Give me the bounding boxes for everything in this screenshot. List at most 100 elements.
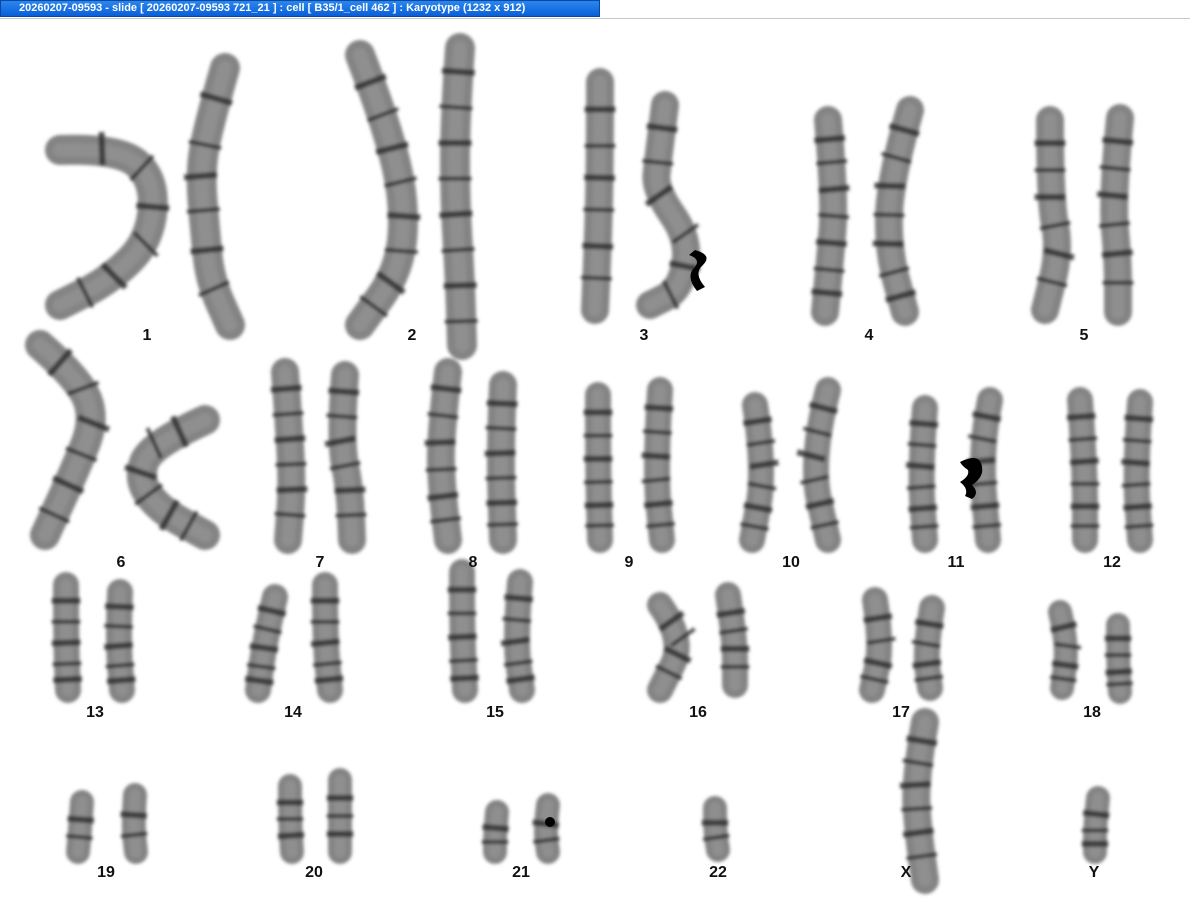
chrom-7a-band — [270, 384, 302, 393]
chromosome-label-15: 15 — [486, 704, 504, 721]
chrom-5a[interactable] — [1031, 106, 1075, 324]
chrom-18a-band — [1051, 660, 1079, 670]
chrom-12a[interactable] — [1066, 387, 1100, 553]
chrom-7b-band — [326, 413, 358, 420]
chrom-9a-core — [592, 389, 606, 546]
chrom-8b-band — [485, 425, 517, 432]
chrom-12a-band — [1066, 412, 1096, 421]
chrom-15b[interactable] — [500, 569, 536, 703]
chrom-6b[interactable] — [124, 405, 220, 550]
chrom-2a[interactable] — [345, 40, 421, 340]
chrom-19a[interactable] — [66, 790, 95, 864]
chrom-1a[interactable] — [45, 132, 170, 320]
chrom-12b-core — [1130, 396, 1146, 546]
chrom-9b[interactable] — [641, 377, 675, 553]
chrom-11a-band — [908, 504, 938, 513]
chrom-1b-band — [190, 245, 224, 255]
chrom-19a-core — [72, 796, 88, 858]
chrom-21a-band — [482, 823, 510, 833]
chrom-17a[interactable] — [859, 587, 896, 703]
chrom-1b-band — [183, 171, 218, 181]
chrom-21b[interactable] — [532, 793, 560, 864]
chrom-11a-band — [906, 484, 936, 491]
chrom-4b-band — [873, 212, 905, 218]
chrom-8a-band — [425, 466, 457, 473]
chrom-7b-band — [334, 486, 366, 494]
chrom-11a-core — [915, 402, 931, 546]
chrom-4b[interactable] — [872, 96, 924, 326]
chrom-2b[interactable] — [438, 33, 478, 360]
chromosome-label-4: 4 — [864, 327, 874, 344]
chromosome-label-19: 19 — [97, 864, 115, 881]
chrom-5b-band — [1096, 191, 1129, 200]
chrom-20b[interactable] — [326, 768, 354, 864]
chromosome-label-13: 13 — [86, 704, 104, 721]
chrom-10b[interactable] — [796, 377, 841, 553]
chrom-8a-band — [424, 438, 456, 447]
chrom-16a[interactable] — [647, 592, 696, 703]
chrom-15b-band — [504, 594, 534, 603]
chrom-17b-core — [920, 602, 938, 694]
chromosome-label-14: 14 — [284, 704, 302, 721]
chrom-8a[interactable] — [424, 358, 462, 554]
chrom-y[interactable] — [1081, 786, 1110, 864]
chrom-14b-band — [310, 638, 340, 648]
chrom-12a-band — [1069, 457, 1099, 466]
chrom-17b[interactable] — [911, 595, 945, 701]
chrom-10a[interactable] — [739, 392, 779, 553]
chrom-15a-band — [447, 633, 477, 641]
chrom-14b[interactable] — [310, 572, 344, 703]
chrom-3a[interactable] — [580, 68, 616, 324]
chrom-20a[interactable] — [276, 774, 305, 864]
chrom-9b-band — [646, 521, 675, 529]
chrom-8b[interactable] — [484, 371, 518, 554]
chrom-13a[interactable] — [51, 572, 82, 703]
chrom-21a[interactable] — [481, 800, 510, 864]
chrom-16b[interactable] — [715, 582, 750, 698]
karyotype-canvas — [25, 33, 1154, 894]
chrom-4a[interactable] — [811, 106, 850, 326]
chrom-9b-band — [644, 404, 674, 412]
chrom-12a-band — [1068, 436, 1098, 443]
chrom-12a-core — [1074, 394, 1091, 546]
chrom-14a-band — [244, 675, 274, 686]
chromosome-label-9: 9 — [624, 554, 634, 571]
chrom-5b[interactable] — [1096, 104, 1134, 326]
chrom-4a-band — [815, 238, 848, 248]
chrom-8a-core — [434, 365, 455, 547]
probe-signal-21 — [545, 817, 555, 827]
chrom-14a[interactable] — [244, 584, 288, 703]
chrom-15a[interactable] — [447, 559, 479, 703]
chrom-12b[interactable] — [1121, 389, 1154, 553]
chrom-2b-band — [444, 318, 478, 324]
chrom-18a[interactable] — [1048, 600, 1082, 700]
chrom-13b[interactable] — [103, 579, 136, 703]
chrom-4a-band — [818, 184, 850, 194]
chromosome-label-7: 7 — [315, 554, 325, 571]
chrom-7a-band — [274, 435, 306, 444]
chrom-y-band — [1082, 809, 1110, 819]
chrom-19b[interactable] — [120, 783, 148, 864]
chrom-1a-band — [136, 202, 170, 212]
chrom-18b[interactable] — [1104, 613, 1133, 704]
chrom-11b-band — [972, 522, 1002, 530]
chrom-4b-band — [874, 182, 906, 190]
chrom-9a[interactable] — [583, 382, 614, 553]
chrom-18b-core — [1112, 619, 1126, 698]
chrom-4a-band — [818, 212, 850, 220]
chrom-7a-band — [275, 461, 307, 468]
chrom-x[interactable] — [899, 708, 939, 894]
chrom-11a[interactable] — [905, 395, 939, 553]
chrom-8b-band — [486, 399, 518, 408]
chrom-6a[interactable] — [25, 330, 111, 550]
chrom-7a[interactable] — [270, 358, 308, 554]
chrom-22[interactable] — [701, 796, 730, 862]
chrom-19b-core — [128, 789, 142, 858]
chrom-1b[interactable] — [183, 53, 245, 340]
chrom-2b-band — [441, 67, 476, 76]
chrom-7b[interactable] — [324, 361, 367, 554]
chrom-2a-band — [384, 247, 418, 255]
chrom-1a-band — [98, 132, 106, 166]
chromosome-label-y: Y — [1088, 864, 1100, 881]
chrom-8b-core — [494, 378, 510, 547]
